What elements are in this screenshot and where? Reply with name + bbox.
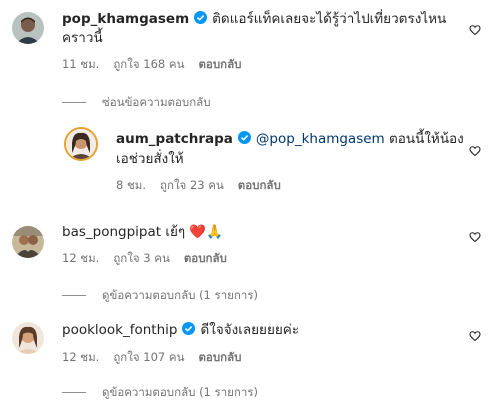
username[interactable]: pooklook_fonthip	[62, 322, 177, 338]
comment-time: 8 ชม.	[116, 178, 147, 192]
verified-badge-icon	[237, 131, 251, 144]
like-heart-icon[interactable]	[469, 145, 481, 157]
username[interactable]: pop_khamgasem	[62, 11, 189, 27]
reply-button[interactable]: ตอบกลับ	[198, 350, 241, 364]
divider-dash	[62, 295, 86, 296]
like-count[interactable]: ถูกใจ 107 คน	[113, 350, 184, 364]
comment-text-continued: คราวนี้	[62, 30, 103, 46]
divider-dash	[62, 392, 86, 393]
divider-dash	[62, 102, 86, 103]
verified-badge-icon	[194, 11, 208, 24]
like-heart-icon[interactable]	[469, 231, 481, 243]
hide-replies-toggle[interactable]: ซ่อนข้อความตอบกลับ	[62, 94, 211, 112]
comment-text: ติดแอร์แท็คเลยจะได้รู้ว่าไปเที่ยวตรงไหน	[212, 11, 447, 27]
comment-text: เย้ๆ	[165, 224, 186, 240]
comment-time: 11 ชม.	[62, 57, 100, 71]
avatar[interactable]	[12, 226, 44, 258]
like-heart-icon[interactable]	[469, 330, 481, 342]
comment-text-continued: เอช่วยสั่งให้	[116, 151, 184, 167]
view-replies-toggle[interactable]: ดูข้อความตอบกลับ (1 รายการ)	[62, 287, 258, 305]
verified-badge-icon	[182, 322, 196, 335]
like-count[interactable]: ถูกใจ 23 คน	[160, 178, 224, 192]
comment-time: 12 ชม.	[62, 251, 100, 265]
username[interactable]: bas_pongpipat	[62, 224, 161, 240]
view-replies-toggle[interactable]: ดูข้อความตอบกลับ (1 รายการ)	[62, 384, 258, 402]
like-heart-icon[interactable]	[469, 24, 481, 36]
avatar[interactable]	[64, 127, 98, 161]
username[interactable]: aum_patchrapa	[116, 131, 233, 147]
comment-text: ดีใจจังเลยยยยค่ะ	[200, 322, 300, 338]
comment-time: 12 ชม.	[62, 350, 100, 364]
avatar[interactable]	[12, 322, 44, 354]
reply-button[interactable]: ตอบกลับ	[184, 251, 227, 265]
avatar[interactable]	[12, 12, 44, 44]
emoji-heart-pray: ❤️🙏	[189, 224, 224, 240]
reply-button[interactable]: ตอบกลับ	[238, 178, 281, 192]
mention-link[interactable]: @pop_khamgasem	[256, 131, 385, 147]
comment-text: ตอนนี้ให้น้อง	[389, 131, 464, 147]
like-count[interactable]: ถูกใจ 168 คน	[113, 57, 184, 71]
reply-button[interactable]: ตอบกลับ	[198, 57, 241, 71]
like-count[interactable]: ถูกใจ 3 คน	[113, 251, 169, 265]
